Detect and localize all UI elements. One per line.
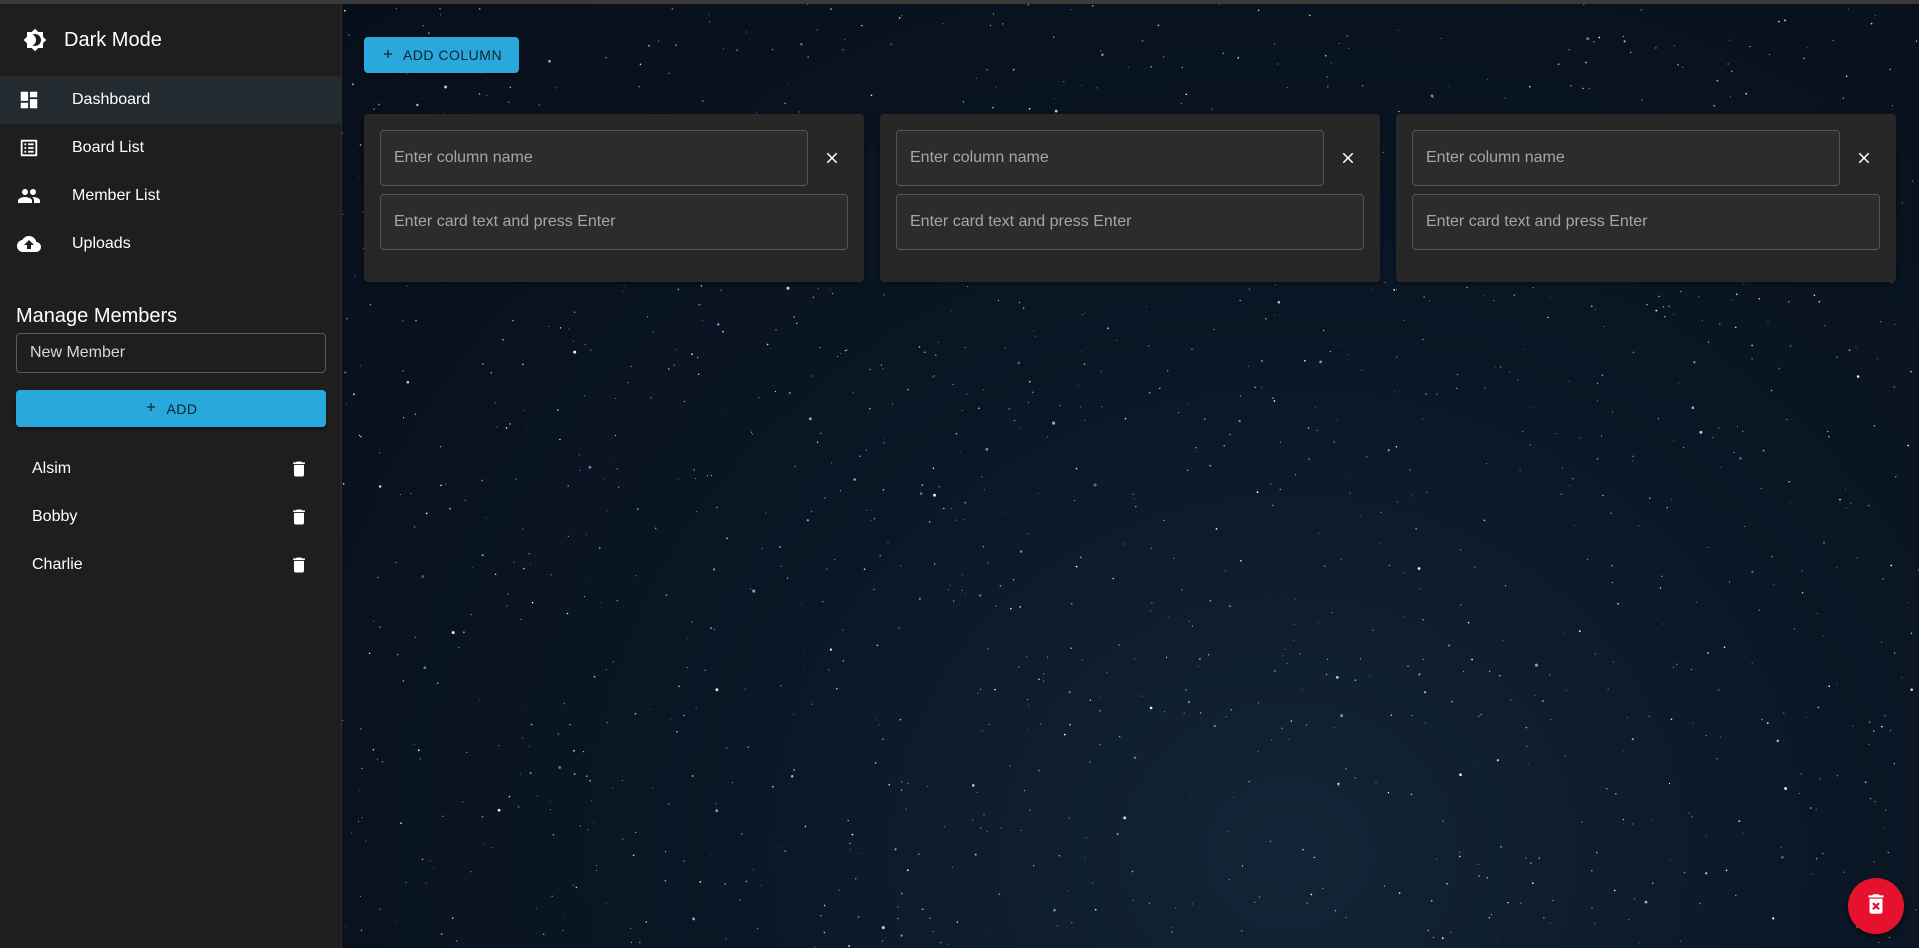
sidebar-item-label: Board List	[72, 139, 145, 156]
member-name: Bobby	[32, 508, 78, 525]
card-text-input[interactable]	[896, 194, 1364, 250]
add-column-button[interactable]: ADD COLUMN	[364, 37, 519, 73]
close-icon	[826, 152, 838, 164]
close-icon	[1342, 152, 1354, 164]
delete-forever-icon	[1863, 891, 1889, 922]
member-item: Alsim	[0, 445, 341, 493]
sidebar-nav: Dashboard Board List Member List Uploads	[0, 76, 341, 268]
card-text-input[interactable]	[1412, 194, 1880, 250]
add-member-label: ADD	[166, 400, 198, 417]
close-icon	[1858, 152, 1870, 164]
new-member-input[interactable]	[16, 333, 326, 373]
delete-member-button[interactable]	[287, 457, 311, 481]
list-alt-icon	[17, 136, 41, 160]
people-icon	[17, 184, 41, 208]
add-member-button[interactable]: ADD	[16, 390, 326, 427]
board-column	[880, 114, 1380, 282]
remove-column-button[interactable]	[1332, 142, 1364, 174]
dark-mode-toggle[interactable]: Dark Mode	[0, 4, 341, 76]
board-column	[1396, 114, 1896, 282]
trash-icon	[293, 557, 305, 573]
add-column-label: ADD COLUMN	[402, 47, 503, 63]
top-strip	[0, 0, 1919, 4]
brightness-icon	[22, 27, 48, 53]
trash-icon	[293, 461, 305, 477]
board-area: ADD COLUMN	[342, 4, 1919, 948]
dark-mode-label: Dark Mode	[64, 28, 162, 51]
sidebar-item-label: Member List	[72, 187, 161, 204]
member-item: Bobby	[0, 493, 341, 541]
member-name: Charlie	[32, 556, 83, 573]
sidebar-item-label: Uploads	[72, 235, 131, 252]
sidebar-item-board-list[interactable]: Board List	[0, 124, 341, 172]
cloud-upload-icon	[17, 232, 41, 256]
remove-column-button[interactable]	[1848, 142, 1880, 174]
card-text-input[interactable]	[380, 194, 848, 250]
plus-icon	[381, 47, 395, 64]
manage-members-title: Manage Members	[16, 305, 178, 327]
delete-member-button[interactable]	[287, 505, 311, 529]
sidebar-item-label: Dashboard	[72, 91, 151, 108]
member-item: Charlie	[0, 541, 341, 589]
column-name-input[interactable]	[380, 130, 808, 186]
trash-icon	[293, 509, 305, 525]
board-column	[364, 114, 864, 282]
delete-member-button[interactable]	[287, 553, 311, 577]
sidebar-item-uploads[interactable]: Uploads	[0, 220, 341, 268]
member-name: Alsim	[32, 460, 72, 477]
column-name-input[interactable]	[1412, 130, 1840, 186]
sidebar: Dark Mode Dashboard Board List Member Li…	[0, 4, 342, 948]
dashboard-icon	[17, 88, 41, 112]
remove-column-button[interactable]	[816, 142, 848, 174]
member-list: Alsim Bobby Charlie	[0, 445, 341, 589]
sidebar-item-member-list[interactable]: Member List	[0, 172, 341, 220]
column-name-input[interactable]	[896, 130, 1324, 186]
plus-icon	[144, 400, 158, 417]
sidebar-item-dashboard[interactable]: Dashboard	[0, 76, 341, 124]
delete-board-fab[interactable]	[1848, 878, 1904, 934]
